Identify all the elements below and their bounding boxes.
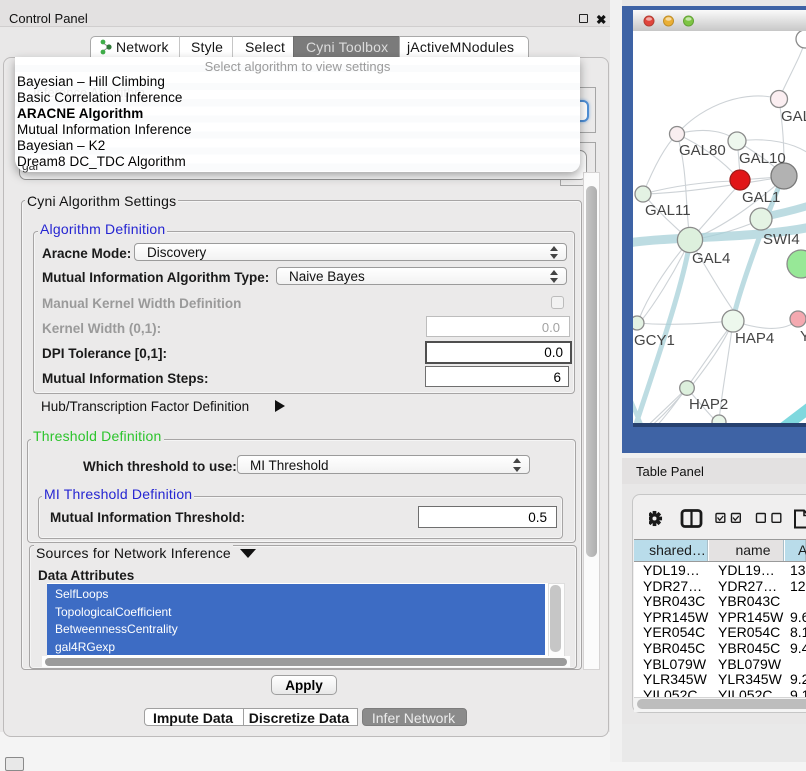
svg-text:GAL7: GAL7 [781,108,806,125]
svg-text:GAL80: GAL80 [679,142,726,159]
svg-text:HAP2: HAP2 [689,396,728,413]
svg-text:GAL10: GAL10 [739,150,786,167]
svg-text:HAP4: HAP4 [735,330,774,347]
svg-text:GAL1: GAL1 [742,189,780,206]
svg-text:GAL4: GAL4 [692,250,730,267]
svg-text:Y: Y [800,328,806,345]
svg-text:GCY1: GCY1 [634,332,675,349]
svg-text:GAL11: GAL11 [645,202,691,219]
svg-text:SWI4: SWI4 [763,231,800,248]
